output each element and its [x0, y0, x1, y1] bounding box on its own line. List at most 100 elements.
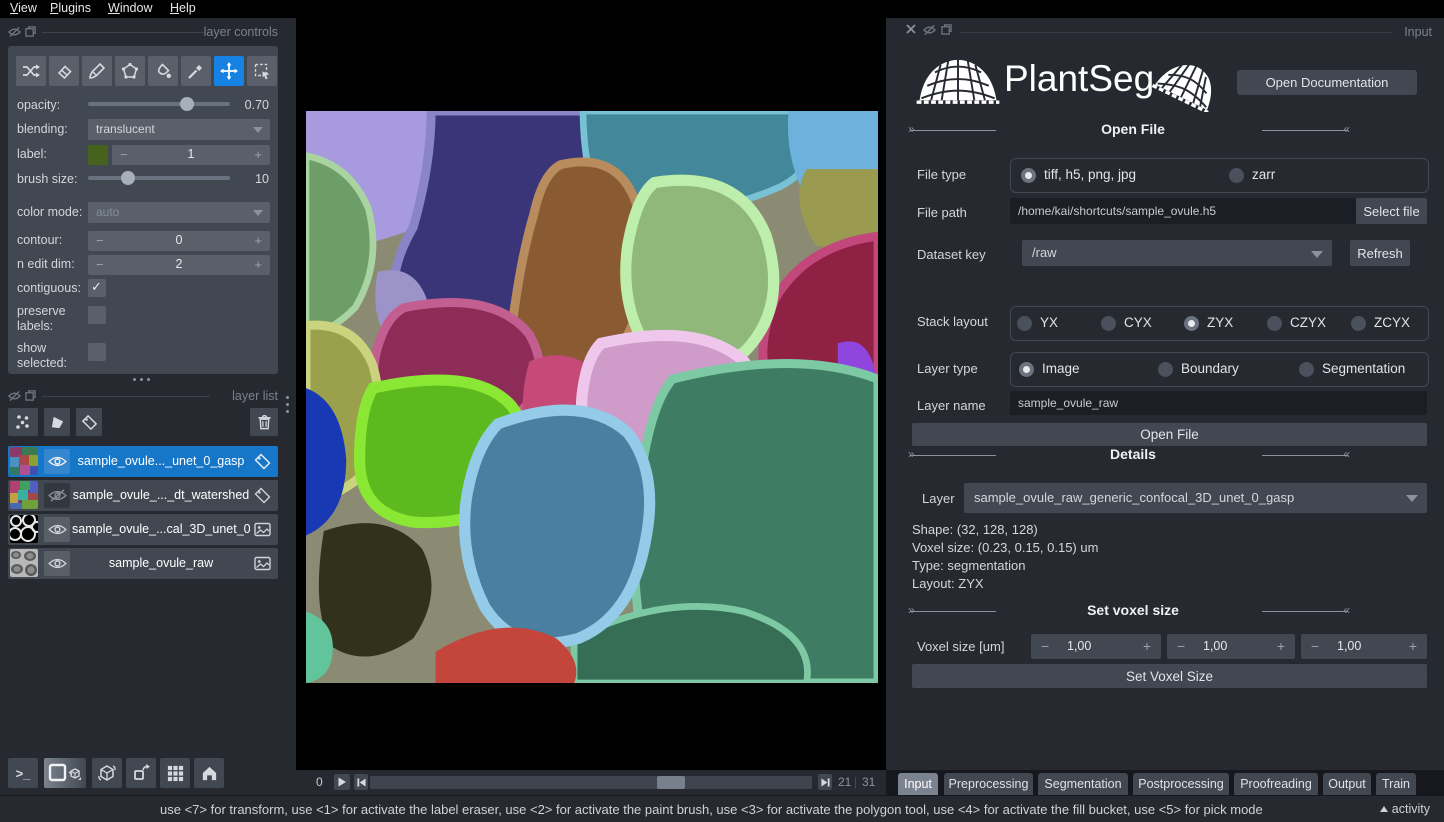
decrement-icon[interactable]: −	[1311, 638, 1319, 654]
details-layer-dropdown[interactable]: sample_ovule_raw_generic_confocal_3D_une…	[964, 483, 1427, 513]
polygon-tool-button[interactable]	[115, 56, 145, 86]
radio-zcyx[interactable]	[1351, 316, 1366, 331]
tab-output[interactable]: Output	[1323, 773, 1371, 795]
hide-panel-icon[interactable]	[923, 24, 936, 36]
delete-layer-button[interactable]	[250, 408, 278, 436]
play-button[interactable]	[334, 774, 350, 790]
label-color-swatch[interactable]	[88, 145, 108, 165]
decrement-icon[interactable]: −	[1177, 638, 1185, 654]
dataset-key-dropdown[interactable]: /raw	[1022, 240, 1332, 266]
dim-slider-track[interactable]	[370, 776, 812, 789]
transform-tool-button[interactable]	[247, 56, 277, 86]
close-icon[interactable]	[906, 24, 919, 36]
float-panel-icon[interactable]	[941, 24, 954, 36]
float-panel-icon[interactable]	[25, 26, 38, 38]
blending-dropdown[interactable]: translucent	[88, 119, 270, 140]
decrement-icon[interactable]: −	[1041, 638, 1049, 654]
radio-image[interactable]	[1019, 362, 1034, 377]
radio-boundary[interactable]	[1158, 362, 1173, 377]
refresh-button[interactable]: Refresh	[1350, 240, 1410, 266]
layer-name-input[interactable]: sample_ovule_raw	[1010, 391, 1427, 415]
brush-size-slider-handle[interactable]	[121, 171, 135, 185]
pan-zoom-tool-button[interactable]	[214, 56, 244, 86]
open-documentation-button[interactable]: Open Documentation	[1237, 70, 1417, 95]
color-mode-dropdown[interactable]: auto	[88, 202, 270, 223]
brush-size-slider[interactable]	[88, 170, 230, 186]
tab-preprocessing[interactable]: Preprocessing	[944, 773, 1033, 795]
step-back-button[interactable]	[354, 774, 368, 790]
contiguous-checkbox[interactable]	[88, 279, 106, 297]
radio-zyx[interactable]	[1184, 316, 1199, 331]
segmentation-image	[306, 111, 878, 683]
grid-view-button[interactable]	[160, 758, 190, 788]
increment-icon[interactable]: +	[254, 147, 262, 162]
visibility-toggle[interactable]	[44, 517, 70, 542]
increment-icon[interactable]: +	[1143, 638, 1151, 654]
menu-plugins[interactable]: Plugins	[46, 0, 95, 18]
visibility-toggle[interactable]	[44, 449, 70, 474]
preserve-labels-checkbox[interactable]	[88, 306, 106, 324]
increment-icon[interactable]: +	[254, 257, 262, 272]
contour-spinbox[interactable]: − 0 +	[88, 231, 270, 251]
select-file-button[interactable]: Select file	[1356, 198, 1427, 224]
voxel-size-spinbox-z[interactable]: − 1,00 +	[1031, 634, 1161, 659]
grid-icon	[166, 764, 185, 783]
hide-panel-icon[interactable]	[8, 390, 21, 402]
radio-cyx[interactable]	[1101, 316, 1116, 331]
float-panel-icon[interactable]	[25, 390, 38, 402]
voxel-size-spinbox-x[interactable]: − 1,00 +	[1301, 634, 1427, 659]
radio-czyx[interactable]	[1267, 316, 1282, 331]
tab-train[interactable]: Train	[1376, 773, 1416, 795]
panel-resize-handle[interactable]	[133, 378, 150, 381]
menu-help[interactable]: Help	[166, 0, 200, 18]
menu-window[interactable]: Window	[104, 0, 156, 18]
tab-postprocessing[interactable]: Postprocessing	[1133, 773, 1229, 795]
fill-bucket-tool-button[interactable]	[148, 56, 178, 86]
opacity-slider[interactable]	[88, 96, 230, 112]
color-picker-tool-button[interactable]	[181, 56, 211, 86]
radio-zarr[interactable]	[1229, 168, 1244, 183]
increment-icon[interactable]: +	[1277, 638, 1285, 654]
tab-segmentation[interactable]: Segmentation	[1038, 773, 1128, 795]
file-path-input[interactable]: /home/kai/shortcuts/sample_ovule.h5	[1010, 198, 1356, 224]
layer-row-unet-0-gasp[interactable]: sample_ovule..._unet_0_gasp	[8, 446, 278, 477]
eraser-tool-button[interactable]	[49, 56, 79, 86]
paint-brush-tool-button[interactable]	[82, 56, 112, 86]
shuffle-colors-button[interactable]	[16, 56, 46, 86]
dock-splitter-handle[interactable]	[286, 396, 289, 413]
tab-proofreading[interactable]: Proofreading	[1234, 773, 1318, 795]
dim-slider-handle[interactable]	[657, 776, 685, 789]
layer-row-dt-watershed[interactable]: sample_ovule_..._dt_watershed	[8, 480, 278, 511]
increment-icon[interactable]: +	[1409, 638, 1417, 654]
transpose-icon	[131, 763, 151, 783]
new-points-layer-button[interactable]	[8, 408, 38, 436]
label-spinbox[interactable]: − 1 +	[112, 145, 270, 165]
show-selected-checkbox[interactable]	[88, 343, 106, 361]
voxel-size-spinbox-y[interactable]: − 1,00 +	[1167, 634, 1295, 659]
layer-row-sample-ovule-raw[interactable]: sample_ovule_raw	[8, 548, 278, 579]
layer-row-3d-unet[interactable]: sample_ovule_...cal_3D_unet_0	[8, 514, 278, 545]
console-button[interactable]: >_	[8, 758, 38, 788]
menu-view[interactable]: View	[6, 0, 41, 18]
ndisplay-toggle-button[interactable]	[44, 758, 86, 788]
roll-dimensions-button[interactable]	[92, 758, 122, 788]
n-edit-dim-spinbox[interactable]: − 2 +	[88, 255, 270, 275]
new-shapes-layer-button[interactable]	[44, 408, 70, 436]
home-reset-view-button[interactable]	[194, 758, 224, 788]
transpose-dimensions-button[interactable]	[126, 758, 156, 788]
visibility-toggle[interactable]	[44, 551, 70, 576]
radio-segmentation[interactable]	[1299, 362, 1314, 377]
open-file-button[interactable]: Open File	[912, 423, 1427, 446]
increment-icon[interactable]: +	[254, 233, 262, 248]
visibility-toggle[interactable]	[44, 483, 70, 508]
step-forward-button[interactable]	[818, 774, 832, 790]
new-labels-layer-button[interactable]	[76, 408, 102, 436]
hide-panel-icon[interactable]	[8, 26, 21, 38]
opacity-slider-handle[interactable]	[180, 97, 194, 111]
tab-input[interactable]: Input	[898, 773, 938, 795]
radio-tiff-h5[interactable]	[1021, 168, 1036, 183]
viewer-canvas[interactable]	[296, 18, 886, 770]
activity-toggle[interactable]: activity	[1380, 802, 1430, 816]
set-voxel-size-button[interactable]: Set Voxel Size	[912, 664, 1427, 688]
radio-yx[interactable]	[1017, 316, 1032, 331]
